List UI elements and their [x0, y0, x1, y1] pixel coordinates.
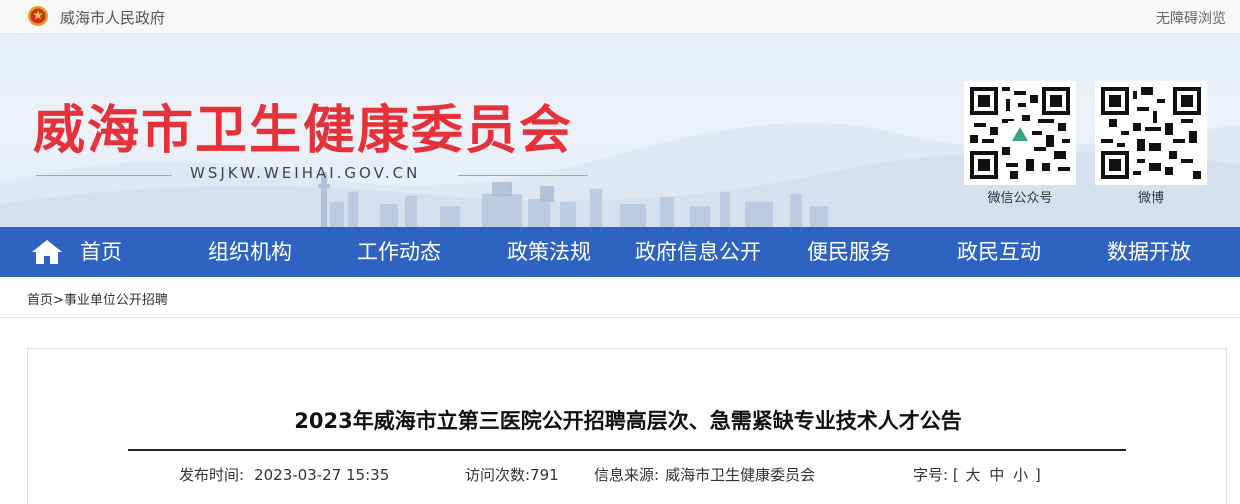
nav-item-services[interactable]: 便民服务 — [807, 227, 891, 277]
font-size-large-button[interactable]: 大 — [965, 466, 980, 484]
font-size-label: 字号: — [913, 466, 949, 484]
breadcrumb-divider — [0, 317, 1240, 318]
top-bar: 威海市人民政府 无障碍浏览 — [0, 0, 1240, 34]
article-title-rule — [128, 449, 1126, 451]
nav-item-gov-info[interactable]: 政府信息公开 — [635, 227, 761, 277]
wechat-qr-code — [964, 81, 1076, 185]
info-source: 信息来源: 威海市卫生健康委员会 — [594, 464, 815, 485]
nav-item-work-news[interactable]: 工作动态 — [357, 227, 441, 277]
info-source-label: 信息来源: — [594, 466, 660, 484]
breadcrumb-current-link[interactable]: 事业单位公开招聘 — [64, 293, 168, 308]
breadcrumb-home-link[interactable]: 首页 — [27, 293, 53, 308]
breadcrumb: 首页>事业单位公开招聘 — [27, 289, 168, 308]
nav-item-open-data[interactable]: 数据开放 — [1107, 227, 1191, 277]
domain-divider-right — [458, 175, 588, 176]
publish-time-label: 发布时间: — [179, 466, 245, 484]
publish-time: 发布时间: 2023-03-27 15:35 — [179, 464, 389, 485]
accessibility-link[interactable]: 无障碍浏览 — [1156, 8, 1226, 28]
article-panel: 2023年威海市立第三医院公开招聘高层次、急需紧缺专业技术人才公告 发布时间: 2… — [27, 348, 1227, 504]
publish-time-value: 2023-03-27 15:35 — [254, 466, 390, 484]
nav-item-home[interactable]: 首页 — [80, 227, 122, 277]
info-source-value: 威海市卫生健康委员会 — [665, 466, 816, 484]
font-size-medium-button[interactable]: 中 — [989, 466, 1004, 484]
home-icon[interactable] — [31, 239, 63, 265]
wechat-qr-label: 微信公众号 — [987, 191, 1053, 206]
header-banner: 威海市卫生健康委员会 WSJKW.WEIHAI.GOV.CN 微信公众号 微博 — [0, 34, 1240, 227]
font-size-small-button[interactable]: 小 — [1013, 466, 1028, 484]
visit-count-label: 访问次数: — [465, 466, 531, 484]
main-nav: 首页 组织机构 工作动态 政策法规 政府信息公开 便民服务 政民互动 数据开放 — [0, 227, 1240, 277]
national-emblem-icon — [28, 6, 48, 26]
site-name-link[interactable]: 威海市人民政府 — [60, 7, 165, 28]
font-size-control: 字号: [ 大 中 小 ] — [913, 464, 1041, 485]
domain-divider-left — [36, 175, 172, 176]
weibo-qr-label: 微博 — [1137, 191, 1164, 206]
breadcrumb-separator: > — [53, 293, 64, 308]
visit-count: 访问次数:791 — [465, 464, 559, 485]
weibo-qr-code — [1095, 81, 1207, 185]
domain-text: WSJKW.WEIHAI.GOV.CN — [190, 164, 421, 182]
nav-item-interaction[interactable]: 政民互动 — [957, 227, 1041, 277]
font-size-bracket-close: ] — [1034, 466, 1041, 484]
visit-count-value: 791 — [530, 466, 559, 484]
font-size-bracket-open: [ — [952, 466, 959, 484]
nav-item-policies[interactable]: 政策法规 — [507, 227, 591, 277]
article-title: 2023年威海市立第三医院公开招聘高层次、急需紧缺专业技术人才公告 — [294, 409, 962, 433]
nav-item-organization[interactable]: 组织机构 — [208, 227, 292, 277]
department-title: 威海市卫生健康委员会 — [33, 101, 574, 161]
